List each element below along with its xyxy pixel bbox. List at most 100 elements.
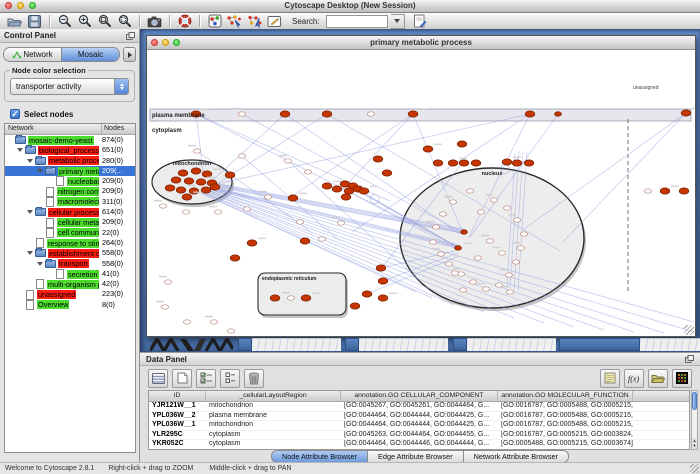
- zoom-in-button[interactable]: [76, 14, 93, 29]
- tree-row[interactable]: biological_process651(0): [5, 145, 135, 155]
- background-window-fragment[interactable]: [238, 338, 252, 351]
- table-column-header[interactable]: _cellularLayoutRegion: [206, 391, 341, 401]
- tab-network[interactable]: Network: [4, 48, 61, 61]
- graph-node[interactable]: [318, 237, 325, 241]
- graph-node[interactable]: [471, 160, 481, 166]
- graph-node[interactable]: [466, 189, 473, 193]
- close-button[interactable]: [5, 2, 12, 9]
- create-network-view-button[interactable]: [246, 14, 263, 29]
- advanced-search-button[interactable]: [412, 14, 429, 29]
- graph-node[interactable]: [448, 160, 458, 166]
- network-window-titlebar[interactable]: primary metabolic process: [147, 36, 695, 50]
- graph-node[interactable]: [196, 179, 206, 185]
- table-column-header[interactable]: annotation.GO MOLECULAR_FUNCTION: [498, 391, 633, 401]
- background-window-fragment[interactable]: [359, 338, 448, 351]
- graph-node[interactable]: [287, 296, 294, 300]
- expand-arrow-icon[interactable]: [37, 169, 43, 173]
- graph-node[interactable]: [555, 112, 562, 116]
- snapshot-camera-button[interactable]: [146, 14, 163, 29]
- attribute-list-button[interactable]: [220, 369, 240, 388]
- tree-row[interactable]: cell communicat22(0): [5, 228, 135, 238]
- graph-node[interactable]: [660, 188, 670, 194]
- graph-node[interactable]: [525, 111, 535, 117]
- table-row[interactable]: YJR121W__1mitochondrion[GO:0045267, GO:0…: [149, 402, 689, 412]
- graph-node[interactable]: [359, 188, 369, 194]
- graph-node[interactable]: [432, 225, 439, 229]
- graph-node[interactable]: [264, 195, 271, 199]
- graph-node[interactable]: [469, 280, 476, 284]
- minimize-button[interactable]: [162, 39, 169, 46]
- graph-node[interactable]: [423, 146, 433, 152]
- graph-node[interactable]: [429, 240, 436, 244]
- graph-node[interactable]: [455, 246, 462, 250]
- background-window-fragment[interactable]: [453, 338, 467, 351]
- tree-row[interactable]: cellular process614(0): [5, 207, 135, 217]
- tree-row[interactable]: mosaic-demo-yeast874(0): [5, 135, 135, 145]
- graph-node[interactable]: [238, 154, 245, 158]
- graph-node[interactable]: [451, 271, 458, 275]
- maximize-button[interactable]: [29, 2, 36, 9]
- graph-node[interactable]: [459, 288, 466, 292]
- graph-node[interactable]: [332, 186, 342, 192]
- graph-node[interactable]: [505, 273, 512, 277]
- window-titlebar[interactable]: Cytoscape Desktop (New Session): [0, 0, 700, 13]
- graph-node[interactable]: [202, 171, 212, 177]
- expand-arrow-icon[interactable]: [27, 210, 33, 214]
- graph-node[interactable]: [322, 183, 332, 189]
- background-window-fragment[interactable]: [467, 338, 556, 351]
- import-attributes-folder-button[interactable]: [648, 369, 668, 388]
- new-attribute-button[interactable]: [172, 369, 192, 388]
- graph-node[interactable]: [183, 320, 190, 324]
- select-nodes-checkbox[interactable]: ✓: [10, 109, 20, 119]
- graph-node[interactable]: [247, 240, 257, 246]
- minimize-button[interactable]: [17, 2, 24, 9]
- graph-node[interactable]: [225, 172, 235, 178]
- search-input[interactable]: [326, 15, 388, 28]
- graph-node[interactable]: [459, 160, 469, 166]
- new-network-from-selection-button[interactable]: [226, 14, 243, 29]
- zoom-fit-button[interactable]: [116, 14, 133, 29]
- tree-row[interactable]: unassigned223(0): [5, 289, 135, 299]
- graph-node[interactable]: [477, 210, 484, 214]
- attribute-checklist-button[interactable]: [196, 369, 216, 388]
- tree-row[interactable]: multi-organism pro42(0): [5, 279, 135, 289]
- graph-node[interactable]: [367, 112, 374, 116]
- graph-node[interactable]: [227, 329, 234, 333]
- tree-column-network[interactable]: Network: [5, 124, 102, 134]
- graph-node[interactable]: [280, 111, 290, 117]
- zoom-selected-button[interactable]: [96, 14, 113, 29]
- close-button[interactable]: [151, 39, 158, 46]
- graph-node[interactable]: [191, 168, 201, 174]
- tree-row[interactable]: primary metabo209(...: [5, 166, 135, 176]
- graph-node[interactable]: [201, 187, 211, 193]
- graph-node[interactable]: [449, 200, 456, 204]
- graph-node[interactable]: [517, 246, 524, 250]
- tab-mosaic[interactable]: Mosaic: [61, 48, 119, 61]
- graph-node[interactable]: [322, 111, 332, 117]
- graph-node[interactable]: [490, 198, 497, 202]
- window-resize-grip[interactable]: [684, 325, 694, 335]
- graph-node[interactable]: [437, 252, 444, 256]
- graph-node[interactable]: [382, 170, 392, 176]
- graph-node[interactable]: [350, 303, 360, 309]
- tree-row[interactable]: secretion41(0): [5, 269, 135, 279]
- graph-node[interactable]: [376, 265, 386, 271]
- background-window-fragment[interactable]: [559, 338, 640, 351]
- help-lifering-button[interactable]: [176, 14, 193, 29]
- float-panel-icon[interactable]: [126, 32, 135, 40]
- node-color-dropdown[interactable]: transporter activity: [10, 78, 129, 95]
- select-attributes-button[interactable]: [148, 369, 168, 388]
- graph-node[interactable]: [373, 156, 383, 162]
- table-row[interactable]: YLR295Ccytoplasm[GO:0045263, GO:0044464,…: [149, 431, 689, 441]
- attribute-table-header[interactable]: ID_cellularLayoutRegionannotation.GO CEL…: [149, 391, 689, 402]
- tree-row[interactable]: transport558(0): [5, 259, 135, 269]
- graph-node[interactable]: [474, 256, 481, 260]
- table-column-header[interactable]: annotation.GO CELLULAR_COMPONENT: [341, 391, 498, 401]
- graph-node[interactable]: [182, 210, 189, 214]
- graph-node[interactable]: [457, 141, 467, 147]
- graph-node[interactable]: [341, 194, 351, 200]
- graph-node[interactable]: [300, 238, 310, 244]
- graph-node[interactable]: [171, 177, 181, 183]
- graph-node[interactable]: [408, 111, 418, 117]
- graph-node[interactable]: [214, 210, 221, 214]
